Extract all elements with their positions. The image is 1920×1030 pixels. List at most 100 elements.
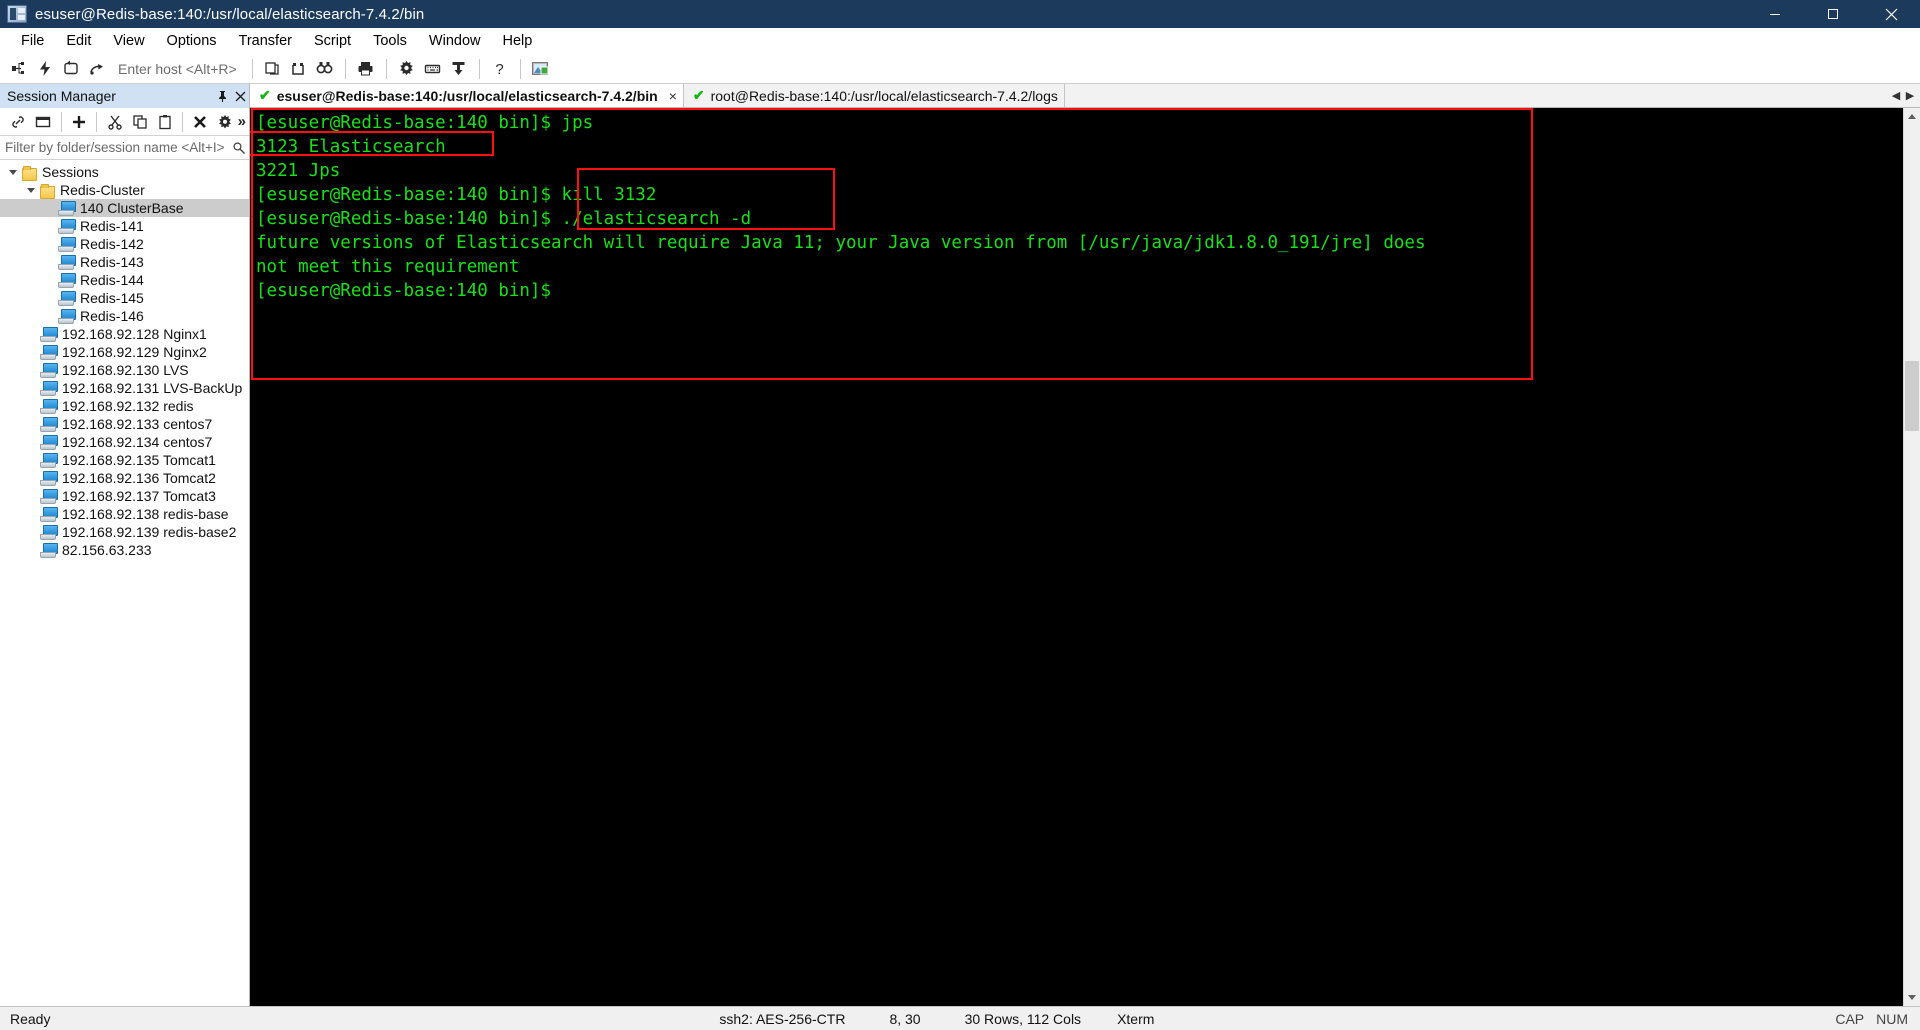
tree-indent-spacer: [40, 289, 58, 307]
properties-icon[interactable]: [213, 110, 238, 134]
terminal-screen[interactable]: [esuser@Redis-base:140 bin]$ jps 3123 Ela…: [250, 108, 1903, 1006]
help-icon[interactable]: ?: [487, 56, 513, 82]
keymap-icon[interactable]: [420, 56, 446, 82]
session-tree-item-label: 192.168.92.129 Nginx2: [62, 344, 207, 360]
chevron-down-icon[interactable]: [22, 181, 40, 199]
paste-icon[interactable]: [152, 110, 177, 134]
session-computer-icon: [40, 435, 58, 450]
transfer-icon[interactable]: [446, 56, 472, 82]
delete-icon[interactable]: [188, 110, 213, 134]
cut-icon[interactable]: [102, 110, 127, 134]
connect-icon[interactable]: [6, 56, 32, 82]
scrollbar-track[interactable]: [1904, 125, 1920, 989]
session-tree-item-label: Redis-146: [80, 308, 144, 324]
tab-esuser-bin[interactable]: ✔ esuser@Redis-base:140:/usr/local/elast…: [250, 84, 684, 107]
quick-connect-icon[interactable]: [32, 56, 58, 82]
scroll-down-icon[interactable]: [1904, 989, 1920, 1006]
session-computer-icon: [40, 471, 58, 486]
menu-view[interactable]: View: [102, 30, 155, 52]
pin-icon[interactable]: [213, 85, 231, 107]
session-tree-item-label: 192.168.92.134 centos7: [62, 434, 213, 450]
session-tree-item[interactable]: 192.168.92.138 redis-base: [0, 505, 249, 523]
maximize-button[interactable]: [1804, 0, 1862, 28]
session-tree-item-label: 192.168.92.128 Nginx1: [62, 326, 207, 342]
menu-tools[interactable]: Tools: [362, 30, 418, 52]
tab-bar: ✔ esuser@Redis-base:140:/usr/local/elast…: [250, 84, 1920, 108]
tree-indent-spacer: [40, 217, 58, 235]
session-tree-item[interactable]: Redis-142: [0, 235, 249, 253]
session-tree-item[interactable]: Redis-Cluster: [0, 181, 249, 199]
tree-indent-spacer: [22, 397, 40, 415]
menu-options[interactable]: Options: [156, 30, 228, 52]
session-tree-item[interactable]: Redis-144: [0, 271, 249, 289]
tab-next-icon[interactable]: ▶: [1903, 89, 1917, 102]
settings-icon[interactable]: [394, 56, 420, 82]
session-computer-icon: [40, 489, 58, 504]
tree-indent-spacer: [22, 361, 40, 379]
session-tree-item[interactable]: Redis-145: [0, 289, 249, 307]
session-tree-item[interactable]: 192.168.92.135 Tomcat1: [0, 451, 249, 469]
filter-icon[interactable]: [229, 138, 249, 158]
print-icon[interactable]: [353, 56, 379, 82]
session-tree-item[interactable]: 192.168.92.139 redis-base2: [0, 523, 249, 541]
minimize-button[interactable]: [1746, 0, 1804, 28]
new-tab-icon[interactable]: [286, 56, 312, 82]
menu-script[interactable]: Script: [303, 30, 362, 52]
link-icon[interactable]: [6, 110, 31, 134]
session-filter-row[interactable]: Filter by folder/session name <Alt+I>: [0, 136, 249, 160]
status-cipher: ssh2: AES-256-CTR: [719, 1010, 846, 1027]
reconnect-icon[interactable]: [58, 56, 84, 82]
session-tree-item[interactable]: 192.168.92.134 centos7: [0, 433, 249, 451]
menu-window[interactable]: Window: [418, 30, 492, 52]
chevron-down-icon[interactable]: [4, 163, 22, 181]
session-computer-icon: [40, 543, 58, 558]
menu-file[interactable]: File: [10, 30, 55, 52]
tree-indent-spacer: [40, 253, 58, 271]
session-tree-item[interactable]: Redis-146: [0, 307, 249, 325]
session-tree-item[interactable]: 192.168.92.131 LVS-BackUp: [0, 379, 249, 397]
session-computer-icon: [40, 363, 58, 378]
tab-close-icon[interactable]: ×: [669, 88, 677, 104]
session-manager-header: Session Manager: [0, 84, 249, 108]
copy-icon[interactable]: [127, 110, 152, 134]
terminal-scrollbar[interactable]: [1903, 108, 1920, 1006]
session-computer-icon: [40, 345, 58, 360]
session-tree-item-label: Redis-Cluster: [60, 182, 145, 198]
scrollbar-thumb[interactable]: [1905, 361, 1919, 431]
session-tree-item[interactable]: Sessions: [0, 163, 249, 181]
session-tree-item[interactable]: 192.168.92.132 redis: [0, 397, 249, 415]
session-tree-item[interactable]: 192.168.92.129 Nginx2: [0, 343, 249, 361]
toolbar-overflow-icon[interactable]: »: [238, 113, 246, 130]
host-input[interactable]: Enter host <Alt+R>: [110, 61, 245, 77]
close-button[interactable]: [1862, 0, 1920, 28]
find-icon[interactable]: [312, 56, 338, 82]
session-tree-item[interactable]: 192.168.92.128 Nginx1: [0, 325, 249, 343]
session-filter-input[interactable]: Filter by folder/session name <Alt+I>: [5, 140, 229, 155]
menu-help[interactable]: Help: [492, 30, 544, 52]
tab-root-logs[interactable]: ✔ root@Redis-base:140:/usr/local/elastic…: [683, 84, 1065, 107]
clone-session-icon[interactable]: [260, 56, 286, 82]
session-tree-item-label: 192.168.92.138 redis-base: [62, 506, 229, 522]
session-tree[interactable]: Sessions Redis-Cluster 140 ClusterBase Redi…: [0, 160, 249, 1006]
session-tree-item[interactable]: 192.168.92.130 LVS: [0, 361, 249, 379]
connect-sftp-icon[interactable]: [84, 56, 110, 82]
session-tree-item[interactable]: Redis-143: [0, 253, 249, 271]
menu-transfer[interactable]: Transfer: [228, 30, 303, 52]
session-computer-icon: [58, 219, 76, 234]
session-tree-item[interactable]: 192.168.92.133 centos7: [0, 415, 249, 433]
add-icon[interactable]: [67, 110, 92, 134]
scroll-up-icon[interactable]: [1904, 108, 1920, 125]
session-manager-panel: Session Manager » Filter by folder/sessi…: [0, 84, 250, 1006]
session-tree-item[interactable]: 140 ClusterBase: [0, 199, 249, 217]
menu-edit[interactable]: Edit: [55, 30, 102, 52]
session-tree-item[interactable]: 82.156.63.233: [0, 541, 249, 559]
session-computer-icon: [58, 273, 76, 288]
session-tree-item[interactable]: 192.168.92.137 Tomcat3: [0, 487, 249, 505]
tab-prev-icon[interactable]: ◀: [1889, 89, 1903, 102]
panel-close-icon[interactable]: [231, 85, 249, 107]
folder-window-icon[interactable]: [31, 110, 56, 134]
image-icon[interactable]: [528, 56, 554, 82]
session-tree-item[interactable]: Redis-141: [0, 217, 249, 235]
session-tree-item[interactable]: 192.168.92.136 Tomcat2: [0, 469, 249, 487]
toolbar-separator-2: [344, 58, 346, 79]
